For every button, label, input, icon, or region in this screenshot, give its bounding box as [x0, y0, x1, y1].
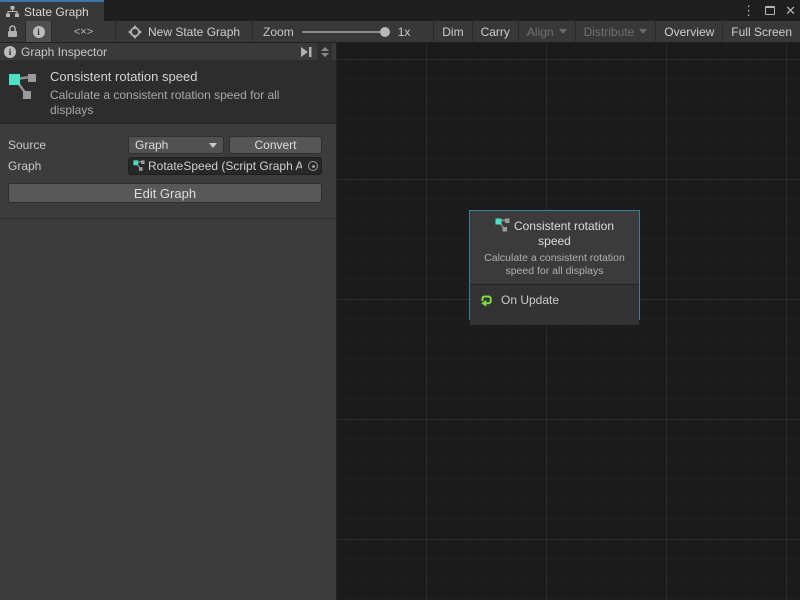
lock-button[interactable]: [0, 21, 26, 42]
graph-field-label: Graph: [8, 159, 41, 173]
graph-object-value: RotateSpeed (Script Graph A: [148, 159, 302, 173]
align-label: Align: [527, 25, 554, 39]
maximize-icon[interactable]: [765, 6, 775, 15]
state-node-title: Consistent rotation speed: [479, 218, 631, 249]
script-graph-icon: [8, 73, 38, 103]
chevron-down-icon: [559, 29, 567, 34]
new-graph-icon: [128, 25, 142, 39]
dock-icon[interactable]: [299, 46, 313, 58]
overview-label: Overview: [664, 25, 714, 39]
zoom-slider[interactable]: [302, 31, 390, 33]
graph-inspector-title: Graph Inspector: [21, 45, 107, 59]
state-node-description: Calculate a consistent rotation speed fo…: [474, 252, 635, 278]
graph-info-box: Consistent rotation speed Calculate a co…: [0, 61, 336, 124]
edit-graph-label: Edit Graph: [134, 186, 196, 201]
graph-title: Consistent rotation speed: [50, 69, 326, 84]
lock-icon: [7, 25, 18, 38]
graph-field-row: Graph RotateSpeed (Script Graph A: [0, 157, 337, 175]
zoom-slider-handle[interactable]: [380, 27, 390, 37]
pane-scrubber[interactable]: [317, 43, 332, 60]
zoom-value: 1x: [398, 25, 411, 39]
distribute-button[interactable]: Distribute: [575, 21, 656, 42]
window-controls: ⋮ ✕: [742, 0, 796, 21]
zoom-label: Zoom: [263, 25, 294, 39]
tab-label: State Graph: [24, 5, 89, 19]
edit-graph-button[interactable]: Edit Graph: [8, 183, 322, 203]
state-graph-window: State Graph ⋮ ✕ i <×>: [0, 0, 800, 600]
graph-canvas[interactable]: Consistent rotation speed Calculate a co…: [337, 43, 800, 600]
chevron-up-icon: [321, 47, 329, 51]
graph-info-text: Consistent rotation speed Calculate a co…: [50, 69, 326, 123]
new-state-graph-label: New State Graph: [148, 25, 240, 39]
dim-button[interactable]: Dim: [433, 21, 471, 42]
carry-label: Carry: [481, 25, 510, 39]
graph-inspector-panel: i Graph Inspector: [0, 43, 337, 600]
update-event-icon: [478, 292, 494, 308]
object-picker-icon: [308, 161, 318, 171]
on-update-label: On Update: [501, 293, 559, 307]
code-view-button[interactable]: <×>: [52, 21, 116, 42]
tab-state-graph[interactable]: State Graph: [0, 0, 104, 21]
info-icon: i: [4, 46, 16, 58]
convert-label: Convert: [254, 138, 296, 152]
code-icon: <×>: [74, 26, 93, 38]
graph-description: Calculate a consistent rotation speed fo…: [50, 88, 326, 118]
source-row: Source Graph Convert: [0, 136, 337, 154]
chevron-down-icon: [321, 53, 329, 57]
new-state-graph-button[interactable]: New State Graph: [116, 21, 253, 42]
state-node-header: Consistent rotation speed Calculate a co…: [470, 211, 639, 284]
source-dropdown[interactable]: Graph: [128, 136, 224, 154]
state-node-body: On Update: [470, 284, 639, 325]
script-graph-icon: [495, 218, 510, 233]
full-screen-label: Full Screen: [731, 25, 792, 39]
distribute-label: Distribute: [584, 25, 635, 39]
graph-object-field[interactable]: RotateSpeed (Script Graph A: [128, 157, 322, 175]
script-graph-icon: [133, 160, 145, 172]
canvas-toolbar-buttons: Dim Carry Align Distribute Overview Full…: [433, 21, 800, 42]
source-value: Graph: [135, 138, 168, 152]
state-node-title-text: Consistent rotation speed: [514, 219, 614, 248]
carry-button[interactable]: Carry: [472, 21, 518, 42]
chevron-down-icon: [209, 143, 217, 148]
kebab-menu-icon[interactable]: ⋮: [742, 4, 755, 17]
close-icon[interactable]: ✕: [785, 4, 796, 17]
inspector-divider: [0, 218, 337, 219]
chevron-down-icon: [639, 29, 647, 34]
convert-button[interactable]: Convert: [229, 136, 322, 154]
tab-bar: State Graph ⋮ ✕: [0, 0, 800, 21]
graph-toolbar: i <×> New State Graph Zoom 1x: [0, 21, 800, 43]
align-button[interactable]: Align: [518, 21, 575, 42]
dim-label: Dim: [442, 25, 463, 39]
on-update-event-row[interactable]: On Update: [478, 292, 631, 308]
inspector-toggle-button[interactable]: i: [26, 21, 52, 42]
state-node[interactable]: Consistent rotation speed Calculate a co…: [469, 210, 640, 320]
hierarchy-icon: [6, 6, 19, 18]
full-screen-button[interactable]: Full Screen: [722, 21, 800, 42]
object-picker-button[interactable]: [305, 158, 321, 174]
graph-inspector-header: i Graph Inspector: [0, 43, 336, 61]
info-icon: i: [33, 26, 45, 38]
source-label: Source: [8, 138, 46, 152]
overview-button[interactable]: Overview: [655, 21, 722, 42]
zoom-control: Zoom 1x: [253, 21, 420, 42]
